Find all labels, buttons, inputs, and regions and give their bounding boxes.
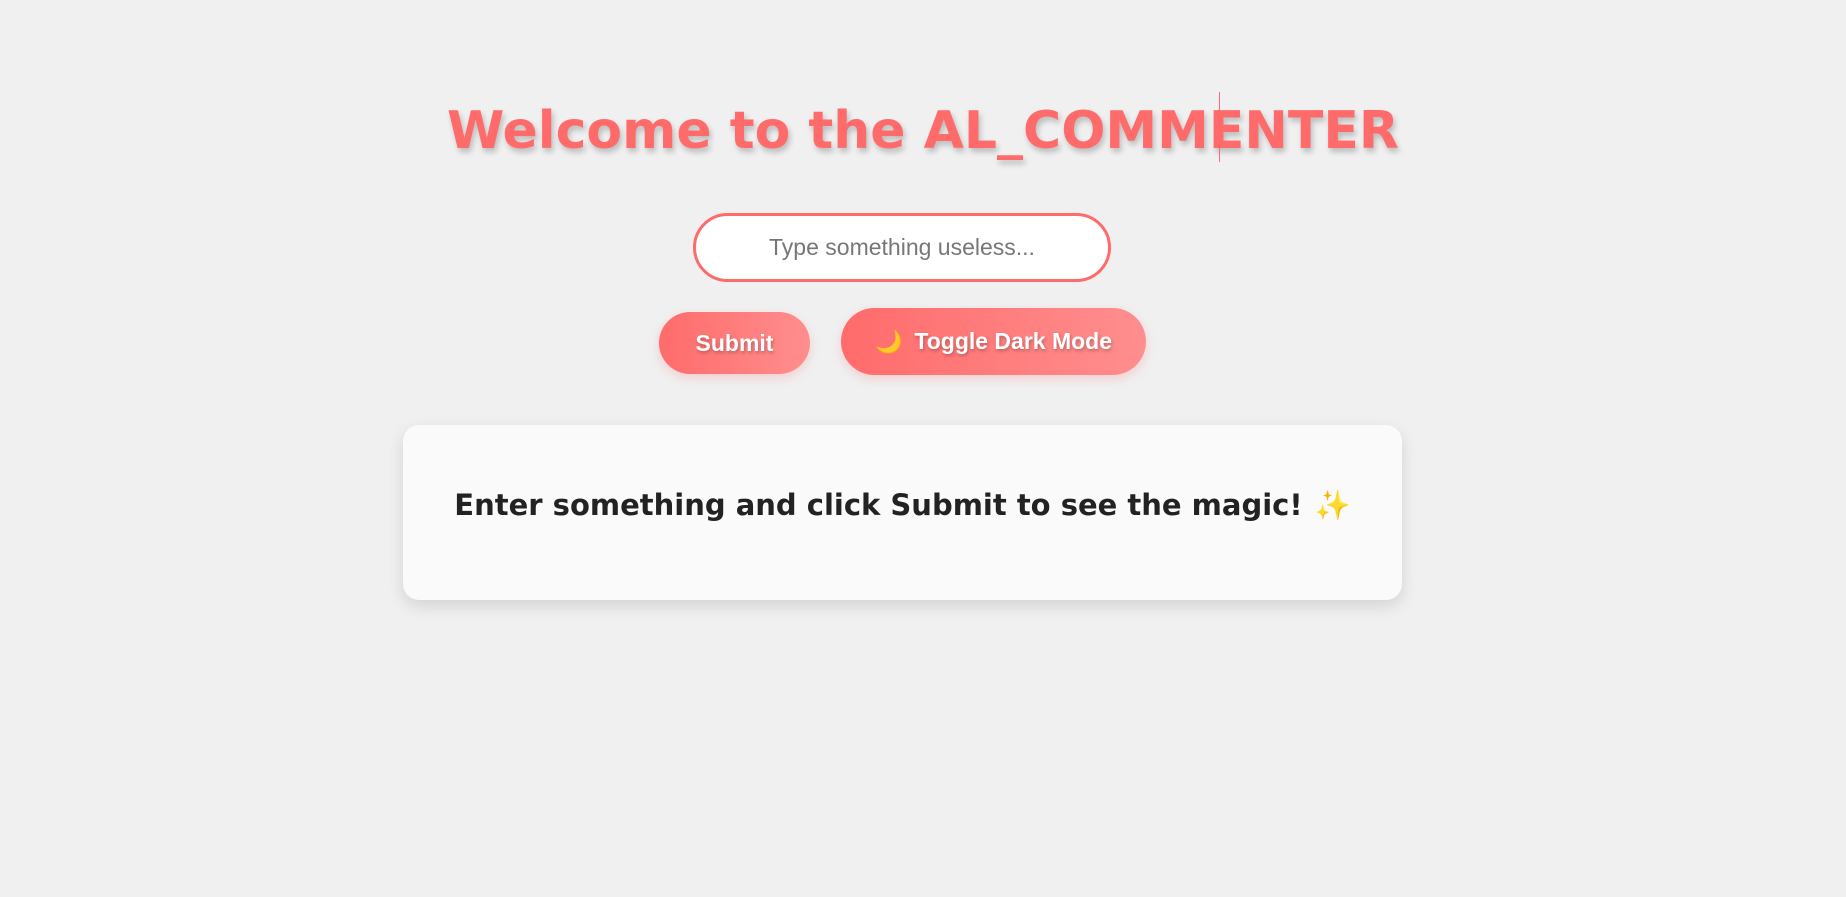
comment-input[interactable] [696,216,1108,279]
sparkles-icon: ✨ [1314,488,1351,522]
page-title: Welcome to the AL_COMMENTER [447,101,1399,161]
search-input-container[interactable] [693,213,1111,282]
moon-icon: 🌙 [874,328,903,354]
result-message-row: Enter something and click Submit to see … [403,485,1402,525]
submit-button[interactable]: Submit [659,312,810,374]
toggle-dark-mode-label: Toggle Dark Mode [914,328,1113,354]
submit-button-label: Submit [695,329,774,356]
toggle-dark-mode-button[interactable]: 🌙 Toggle Dark Mode [841,308,1146,375]
result-card: Enter something and click Submit to see … [403,425,1402,600]
text-cursor [1219,92,1220,162]
result-message: Enter something and click Submit to see … [454,488,1303,522]
